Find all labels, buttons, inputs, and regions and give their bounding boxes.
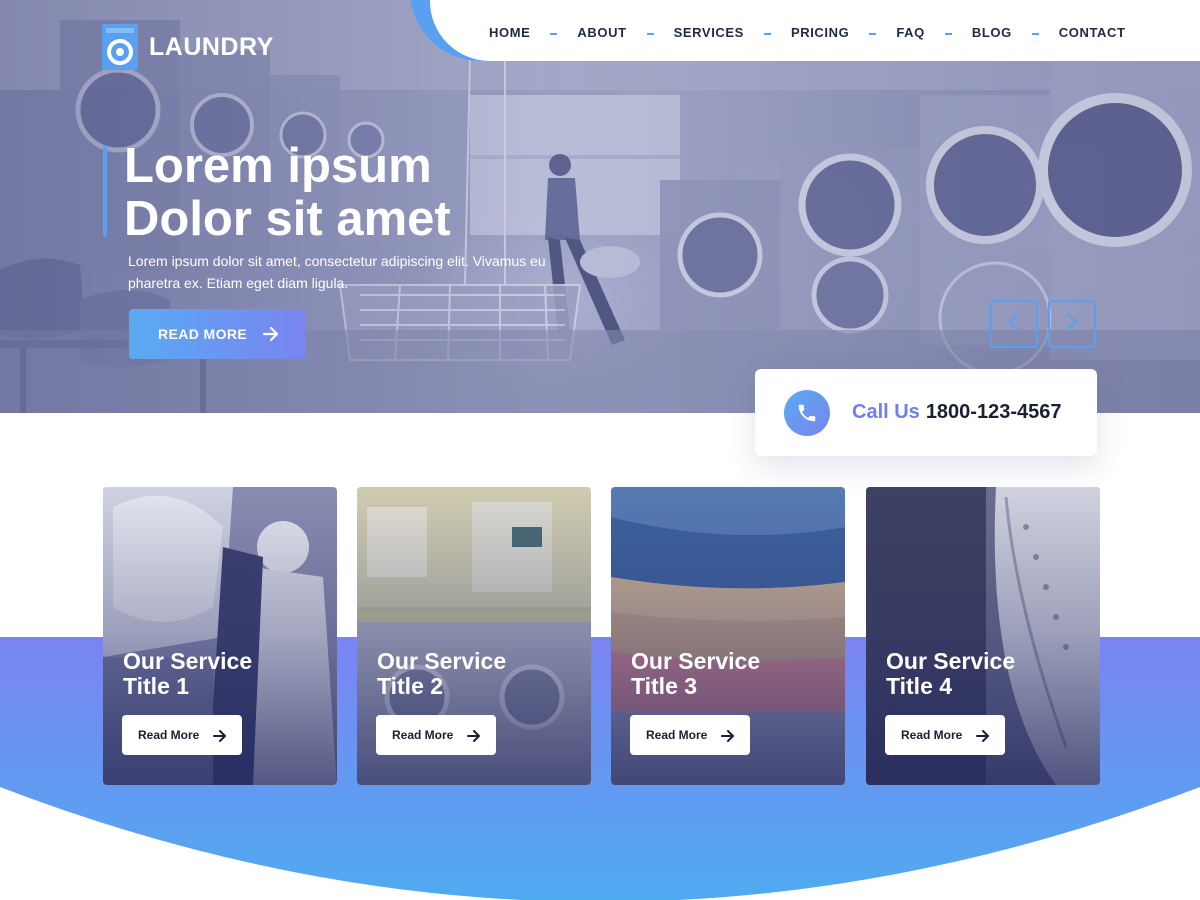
nav-item-pricing[interactable]: PRICING — [791, 25, 849, 40]
hero-subtitle: Lorem ipsum dolor sit amet, consectetur … — [128, 253, 546, 291]
hero-title-line1: Lorem ipsum — [124, 139, 432, 193]
service-card[interactable]: Our Service Title 3 Read More — [611, 487, 845, 785]
service-read-more-button[interactable]: Read More — [885, 715, 1005, 755]
service-title-line1: Our Service — [123, 648, 253, 674]
nav-separator — [646, 33, 654, 35]
main-nav: HOME ABOUT SERVICES PRICING FAQ BLOG CON… — [489, 22, 1126, 42]
service-card[interactable]: Our Service Title 1 Read More — [103, 487, 337, 785]
call-us-label: Call Us — [852, 401, 920, 423]
nav-item-faq[interactable]: FAQ — [896, 25, 925, 40]
page: LAUNDRY HOME ABOUT SERVICES PRICING FAQ … — [0, 0, 1200, 900]
nav-item-contact[interactable]: CONTACT — [1059, 25, 1126, 40]
brand-logo[interactable]: LAUNDRY — [102, 24, 274, 70]
nav-item-blog[interactable]: BLOG — [972, 25, 1012, 40]
slider-next-button[interactable] — [1048, 300, 1096, 348]
service-card[interactable]: Our Service Title 4 Read More — [866, 487, 1100, 785]
arrow-right-icon — [213, 729, 227, 742]
hero-title-line2: Dolor sit amet — [124, 192, 451, 246]
nav-separator — [550, 33, 558, 35]
nav-item-about[interactable]: ABOUT — [577, 25, 626, 40]
hero-read-more-button[interactable]: READ MORE — [129, 309, 306, 359]
call-us-card[interactable]: Call Us 1800-123-4567 — [755, 369, 1097, 456]
washing-machine-icon — [102, 24, 138, 70]
service-read-more-label: Read More — [646, 728, 708, 742]
service-title-line2: Title 2 — [377, 673, 444, 699]
nav-item-services[interactable]: SERVICES — [674, 25, 744, 40]
hero-title: Lorem ipsum Dolor sit amet — [124, 140, 644, 246]
chevron-right-icon — [1066, 312, 1078, 336]
arrow-right-icon — [467, 729, 481, 742]
nav-separator — [763, 33, 771, 35]
service-read-more-label: Read More — [138, 728, 200, 742]
service-read-more-button[interactable]: Read More — [122, 715, 242, 755]
service-title-line2: Title 4 — [886, 673, 953, 699]
service-read-more-label: Read More — [392, 728, 454, 742]
service-title-line2: Title 3 — [631, 673, 698, 699]
arrow-right-icon — [263, 326, 279, 342]
phone-icon — [784, 389, 830, 436]
service-title-line2: Title 1 — [123, 673, 190, 699]
service-title: Our Service Title 3 — [631, 649, 831, 699]
service-title-line1: Our Service — [886, 648, 1016, 674]
service-title: Our Service Title 1 — [123, 649, 323, 699]
nav-separator — [1031, 33, 1039, 35]
slider-prev-button[interactable] — [990, 300, 1038, 348]
chevron-left-icon — [1008, 312, 1020, 336]
service-title-line1: Our Service — [377, 648, 507, 674]
service-title: Our Service Title 2 — [377, 649, 577, 699]
hero-title-accent-bar — [103, 145, 107, 237]
service-read-more-button[interactable]: Read More — [630, 715, 750, 755]
service-read-more-label: Read More — [901, 728, 963, 742]
nav-item-home[interactable]: HOME — [489, 25, 530, 40]
arrow-right-icon — [721, 729, 735, 742]
nav-separator — [869, 33, 877, 35]
phone-number[interactable]: 1800-123-4567 — [926, 401, 1062, 424]
hero-read-more-label: READ MORE — [158, 326, 248, 342]
arrow-right-icon — [976, 729, 990, 742]
service-card[interactable]: Our Service Title 2 Read More — [357, 487, 591, 785]
service-title-line1: Our Service — [631, 648, 761, 674]
service-title: Our Service Title 4 — [886, 649, 1086, 699]
nav-separator — [944, 33, 952, 35]
service-read-more-button[interactable]: Read More — [376, 715, 496, 755]
brand-name: LAUNDRY — [149, 32, 274, 61]
